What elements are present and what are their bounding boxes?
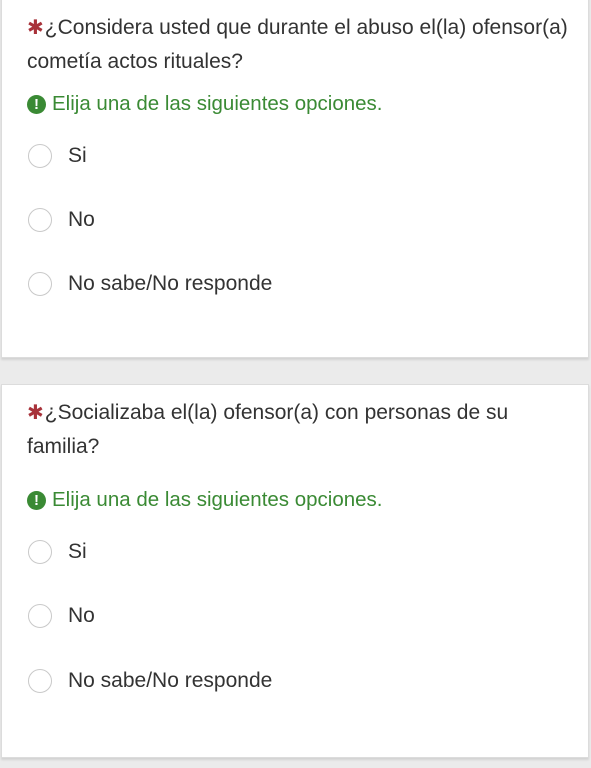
option-label: No sabe/No responde [68,272,273,295]
radio-option-si[interactable]: Si [28,537,87,567]
radio-option-no[interactable]: No [28,205,95,235]
radio-button[interactable] [28,144,52,168]
question-text: ✱¿Socializaba el(la) ofensor(a) con pers… [27,396,568,463]
radio-option-no-sabe[interactable]: No sabe/No responde [28,666,272,696]
radio-button[interactable] [28,604,52,628]
hint-text: ! Elija una de las siguientes opciones. [27,487,383,513]
required-asterisk-icon: ✱ [27,17,44,39]
hint-text: ! Elija una de las siguientes opciones. [27,91,383,117]
option-label: No [68,208,95,231]
required-asterisk-icon: ✱ [27,402,44,424]
question-card: ✱¿Socializaba el(la) ofensor(a) con pers… [1,384,589,758]
radio-option-no[interactable]: No [28,601,95,631]
radio-button[interactable] [28,669,52,693]
radio-button[interactable] [28,540,52,564]
radio-option-no-sabe[interactable]: No sabe/No responde [28,269,272,299]
option-label: Si [68,144,87,167]
radio-button[interactable] [28,272,52,296]
question-label: ¿Socializaba el(la) ofensor(a) con perso… [27,401,509,458]
exclamation-circle-icon: ! [27,95,46,114]
question-card: ✱¿Considera usted que durante el abuso e… [1,0,589,358]
hint-label: Elija una de las siguientes opciones. [52,488,383,511]
exclamation-circle-icon: ! [27,491,46,510]
option-label: No [68,604,95,627]
option-label: No sabe/No responde [68,669,273,692]
radio-button[interactable] [28,208,52,232]
radio-option-si[interactable]: Si [28,141,87,171]
question-label: ¿Considera usted que durante el abuso el… [27,16,568,73]
hint-label: Elija una de las siguientes opciones. [52,92,383,115]
option-label: Si [68,540,87,563]
question-text: ✱¿Considera usted que durante el abuso e… [27,11,568,78]
